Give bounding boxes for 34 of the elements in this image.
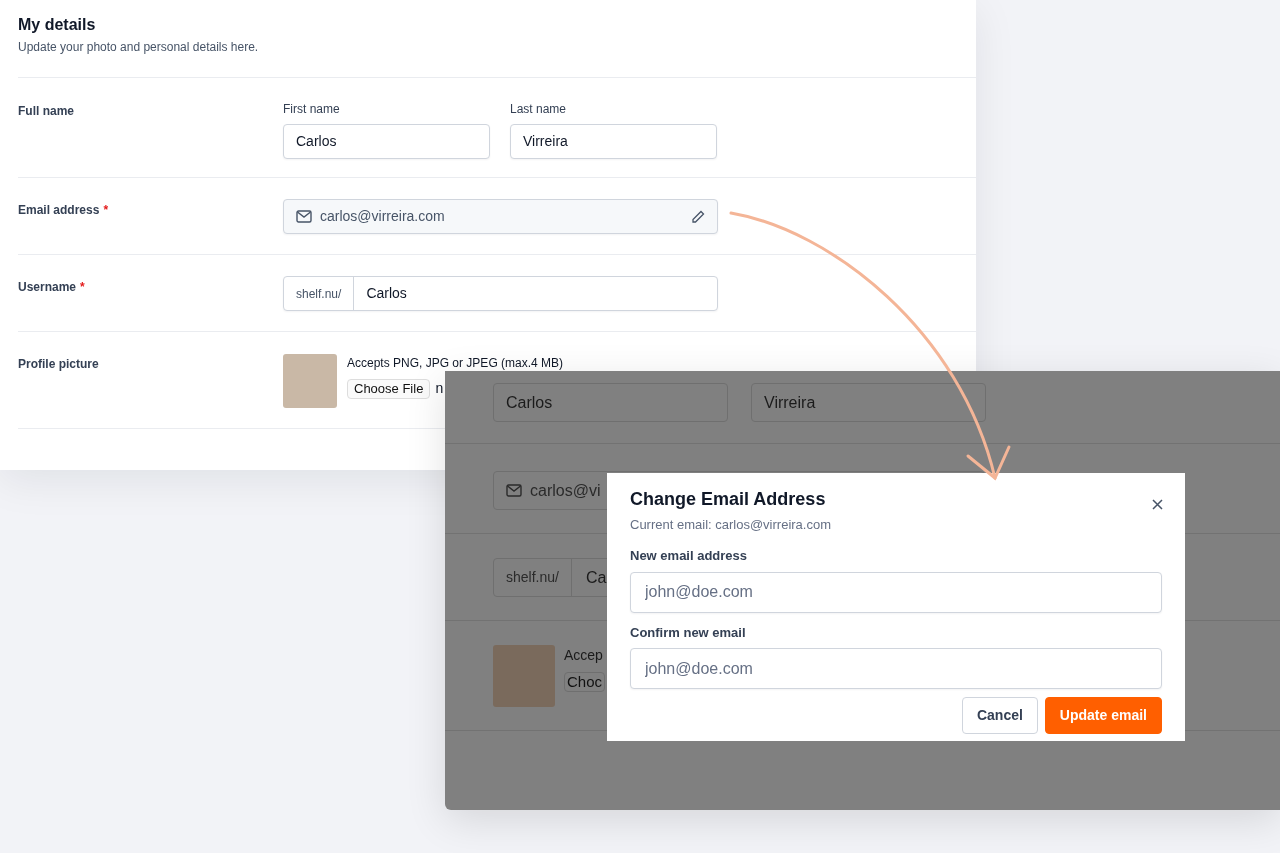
photo-placeholder xyxy=(283,354,337,408)
photo-placeholder xyxy=(493,645,555,707)
field-label: Confirm new email xyxy=(630,623,747,642)
field-label: Email address xyxy=(18,203,100,217)
mail-icon xyxy=(506,484,522,497)
email-field[interactable]: john@doe.com xyxy=(630,571,1162,613)
section-subtitle: Update your photo and personal details here. xyxy=(18,39,260,56)
text-field[interactable]: Virreira xyxy=(510,124,717,159)
section-title: My details xyxy=(18,15,97,35)
field-label: First name xyxy=(283,101,341,118)
choose-file-button[interactable]: Choose File xyxy=(347,378,431,399)
file-status: n xyxy=(435,379,444,398)
email-field[interactable]: carlos@virreira.com xyxy=(283,199,718,234)
file-hint: Accepts PNG, JPG or JPEG (max.4 MB) xyxy=(347,355,564,372)
required-mark: * xyxy=(103,203,109,217)
cancel-button[interactable]: Cancel xyxy=(961,697,1038,735)
pencil-icon xyxy=(691,209,705,224)
field-label: Full name xyxy=(18,104,74,118)
field-label: New email address xyxy=(630,547,749,566)
field-label: Username xyxy=(18,280,77,294)
required-mark: * xyxy=(80,280,85,294)
username-field[interactable]: shelf.nu/ Carlos xyxy=(283,276,718,311)
choose-file-button[interactable]: Choc xyxy=(564,672,606,692)
field-label: Last name xyxy=(510,101,568,118)
url-prefix: shelf.nu/ xyxy=(494,559,572,596)
field-label: Profile picture xyxy=(18,357,99,371)
modal-subtitle: Current email: carlos@virreira.com xyxy=(630,515,833,534)
modal-title: Change Email Address xyxy=(630,489,826,511)
text-field[interactable]: Carlos xyxy=(283,124,490,159)
mail-icon xyxy=(296,210,312,223)
close-icon[interactable] xyxy=(1152,499,1163,510)
file-hint: Accep xyxy=(564,646,604,665)
email-field[interactable]: john@doe.com xyxy=(630,648,1162,690)
url-prefix: shelf.nu/ xyxy=(284,277,355,310)
